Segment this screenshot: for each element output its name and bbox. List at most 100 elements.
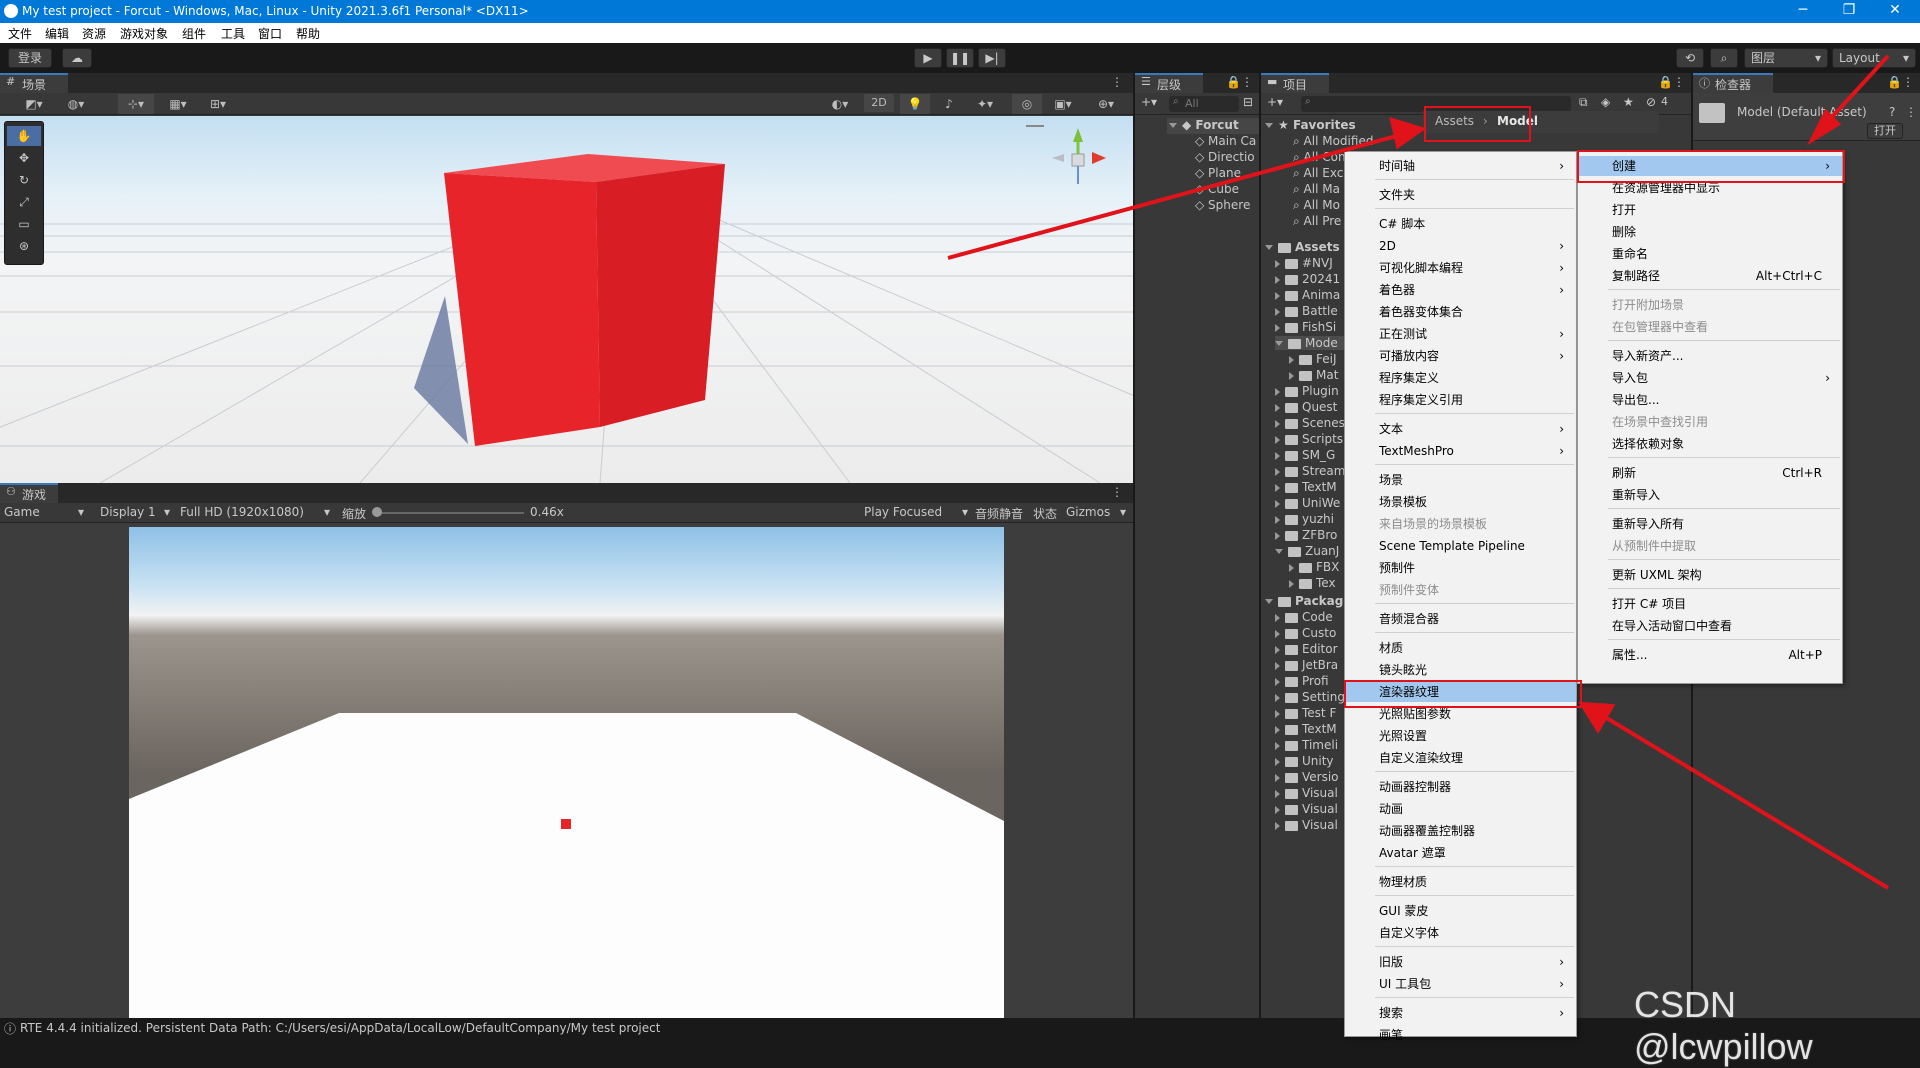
search-by-type-icon[interactable]: ⧉ [1579,95,1588,110]
menu-item[interactable]: 时间轴 › [1345,156,1576,176]
asset-folder-item[interactable]: SM_G [1275,448,1345,462]
menu-item[interactable]: 画笔 [1345,1025,1576,1045]
asset-folder-item[interactable]: 20241 [1275,272,1345,286]
asset-folder-item[interactable]: #NVJ [1275,256,1345,270]
menu-item[interactable]: 动画器控制器 [1345,777,1576,797]
menu-item[interactable]: 导出包... [1578,390,1842,410]
layout-dropdown[interactable]: Layout ▾ [1832,48,1916,68]
menu-item[interactable]: 可播放内容 › [1345,346,1576,366]
more-options-icon[interactable]: ⋮ [1673,75,1685,89]
asset-folder-item[interactable]: Quest [1275,400,1345,414]
menu-item[interactable]: 着色器变体集合 [1345,302,1576,322]
menu-item[interactable]: 动画器覆盖控制器 [1345,821,1576,841]
hierarchy-item[interactable]: ◇ Main Ca [1195,134,1256,148]
package-item[interactable]: Visual [1275,802,1345,816]
help-icon[interactable]: ? [1889,105,1895,119]
asset-folder-item[interactable]: UniWe [1275,496,1345,510]
package-item[interactable]: JetBra [1275,658,1345,672]
login-button[interactable]: 登录 [8,48,52,68]
menu-window[interactable]: 窗口 [258,25,282,42]
search-button[interactable]: ⌕ [1710,48,1738,68]
red-cube[interactable] [0,116,1133,483]
package-item[interactable]: Test F [1275,706,1345,720]
asset-folder-item[interactable]: yuzhi [1275,512,1345,526]
package-item[interactable]: TextM [1275,722,1345,736]
mute-audio-button[interactable]: 音频静音 [975,505,1023,522]
add-button[interactable]: +▾ [1267,95,1283,109]
menu-assets[interactable]: 资源 [82,25,106,42]
package-item[interactable]: Visual [1275,818,1345,832]
move-snap-icon[interactable]: ⊹▾ [118,94,154,114]
globe-icon[interactable]: ◍▾ [58,94,94,114]
package-item[interactable]: Visual [1275,786,1345,800]
history-button[interactable]: ⟲ [1676,48,1704,68]
menu-item[interactable]: UI 工具包 › [1345,974,1576,994]
menu-item[interactable]: 搜索 › [1345,1003,1576,1023]
add-button[interactable]: +▾ [1141,95,1157,109]
asset-folder-item[interactable]: Scripts [1275,432,1345,446]
menu-item[interactable]: 物理材质 [1345,872,1576,892]
hierarchy-item[interactable]: ◇ Cube [1195,182,1239,196]
menu-item[interactable]: 程序集定义引用 [1345,390,1576,410]
asset-folder-item[interactable]: Plugin [1275,384,1345,398]
menu-item[interactable]: 重新导入 [1578,485,1842,505]
asset-folder-item[interactable]: Tex [1289,576,1345,590]
pause-button[interactable]: ❚❚ [946,48,974,68]
menu-item[interactable]: 文本 › [1345,419,1576,439]
menu-item[interactable]: 重新导入所有 [1578,514,1842,534]
stats-button[interactable]: 状态 [1033,505,1057,522]
menu-file[interactable]: 文件 [8,25,32,42]
package-item[interactable]: Profi [1275,674,1345,688]
status-text[interactable]: RTE 4.4.4 initialized. Persistent Data P… [20,1021,660,1035]
asset-folder-item[interactable]: TextM [1275,480,1345,494]
more-options-icon[interactable]: ⋮ [1111,485,1123,499]
menu-component[interactable]: 组件 [182,25,206,42]
display-dropdown[interactable]: Display 1 ▾ [100,505,172,519]
step-button[interactable]: ▶| [978,48,1006,68]
game-viewport[interactable] [129,527,1004,1018]
close-button[interactable]: ✕ [1872,0,1918,23]
hierarchy-item[interactable]: ◇ Plane [1195,166,1241,180]
lock-icon[interactable]: 🔒 [1887,75,1902,89]
more-options-icon[interactable]: ⋮ [1905,105,1917,119]
package-item[interactable]: Unity [1275,754,1345,768]
menu-help[interactable]: 帮助 [296,25,320,42]
scale-slider[interactable] [374,512,524,514]
menu-item[interactable]: 音频混合器 [1345,609,1576,629]
favorites-header[interactable]: ★ Favorites [1265,118,1356,132]
menu-item[interactable]: C# 脚本 [1345,214,1576,234]
package-item[interactable]: Timeli [1275,738,1345,752]
menu-item[interactable]: 重命名 [1578,244,1842,264]
more-options-icon[interactable]: ⋮ [1902,75,1914,89]
display-type-dropdown[interactable]: Game ▾ [4,505,86,519]
menu-item[interactable]: 材质 [1345,638,1576,658]
asset-folder-item[interactable]: FBX [1289,560,1345,574]
menu-item[interactable]: 2D › [1345,236,1576,256]
resolution-dropdown[interactable]: Full HD (1920x1080) ▾ [180,505,332,519]
menu-item[interactable]: TextMeshPro › [1345,441,1576,461]
menu-item[interactable]: 正在测试 › [1345,324,1576,344]
lock-icon[interactable]: 🔒 [1658,75,1673,89]
asset-folder-item[interactable]: Mat [1289,368,1345,382]
asset-folder-item[interactable]: Mode [1275,336,1345,350]
menu-gameobject[interactable]: 游戏对象 [120,25,168,42]
menu-item[interactable]: 导入包 › [1578,368,1842,388]
mode-2d-button[interactable]: 2D [864,94,894,112]
package-item[interactable]: Code [1275,610,1345,624]
star-icon[interactable]: ★ [1623,95,1634,109]
gizmos-icon[interactable]: ⊕▾ [1088,94,1124,114]
menu-item[interactable]: 在导入活动窗口中查看 [1578,616,1842,636]
increment-snap-icon[interactable]: ⊞▾ [200,94,236,114]
menu-item[interactable]: 自定义渲染纹理 [1345,748,1576,768]
menu-tools[interactable]: 工具 [221,25,245,42]
menu-item[interactable]: GUI 蒙皮 [1345,901,1576,921]
scene-viewport[interactable] [0,116,1133,483]
asset-folder-item[interactable]: Anima [1275,288,1345,302]
effects-icon[interactable]: ✦▾ [968,94,1002,114]
grid-snap-icon[interactable]: ▦▾ [160,94,196,114]
maximize-button[interactable]: ❐ [1826,0,1872,23]
menu-item[interactable]: 光照设置 [1345,726,1576,746]
move-tool-icon[interactable]: ✥ [7,148,41,168]
menu-item[interactable]: 场景模板 [1345,492,1576,512]
hierarchy-item[interactable]: ◇ Sphere [1195,198,1250,212]
